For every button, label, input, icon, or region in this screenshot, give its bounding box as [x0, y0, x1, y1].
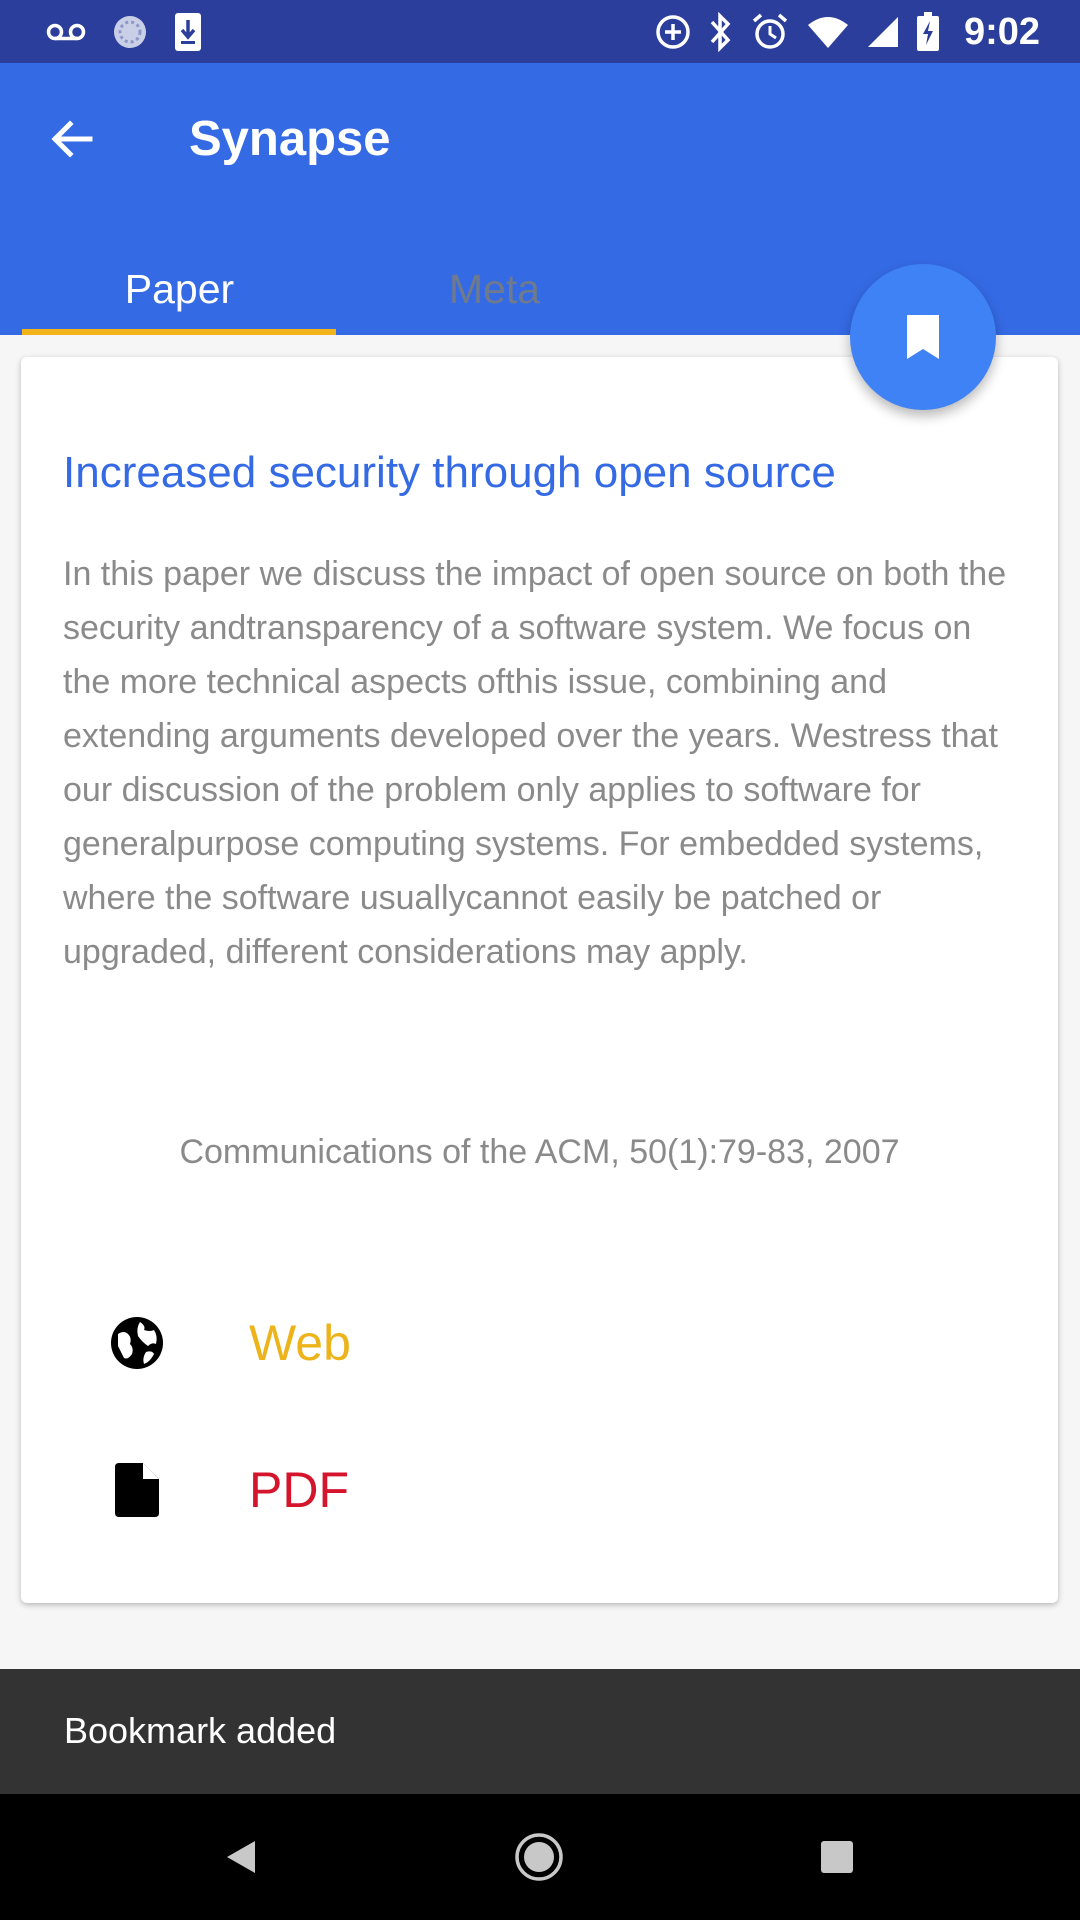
bluetooth-icon — [708, 12, 734, 52]
status-time: 9:02 — [963, 10, 1040, 53]
alarm-icon — [750, 12, 790, 52]
data-saver-icon — [654, 13, 692, 51]
file-icon — [109, 1462, 165, 1518]
voicemail-icon — [46, 22, 86, 42]
snackbar: Bookmark added — [0, 1669, 1080, 1794]
recents-square-icon — [821, 1841, 853, 1873]
web-link-label: Web — [249, 1315, 351, 1371]
tab-indicator — [22, 329, 336, 335]
status-bar: 9:02 — [0, 0, 1080, 63]
arrow-back-icon — [51, 120, 93, 158]
status-left-icons — [46, 12, 202, 52]
back-triangle-icon — [227, 1841, 255, 1873]
system-nav-bar — [0, 1794, 1080, 1920]
nav-recents-button[interactable] — [804, 1824, 870, 1890]
web-link[interactable]: Web — [109, 1307, 351, 1379]
nav-back-button[interactable] — [208, 1824, 274, 1890]
home-circle-icon — [515, 1833, 563, 1881]
globe-icon — [109, 1315, 165, 1371]
pdf-link-label: PDF — [249, 1462, 349, 1518]
paper-citation: Communications of the ACM, 50(1):79-83, … — [179, 1133, 900, 1171]
bookmark-icon — [907, 315, 939, 359]
nav-home-button[interactable] — [506, 1824, 572, 1890]
paper-abstract: In this paper we discuss the impact of o… — [63, 555, 1007, 971]
pdf-link[interactable]: PDF — [109, 1454, 349, 1526]
app-title: Synapse — [189, 112, 391, 166]
battery-charging-icon — [916, 12, 940, 52]
signal-icon — [866, 15, 900, 49]
tab-meta[interactable]: Meta — [337, 243, 652, 335]
tab-paper[interactable]: Paper — [22, 243, 337, 335]
bookmark-fab[interactable] — [850, 264, 996, 410]
sync-icon — [112, 14, 148, 50]
status-right-icons: 9:02 — [654, 8, 1040, 56]
download-icon — [174, 12, 202, 52]
paper-card: Increased security through open source I… — [21, 357, 1058, 1603]
paper-title: Increased security through open source — [63, 448, 836, 497]
back-button[interactable] — [40, 107, 104, 171]
wifi-icon — [806, 15, 850, 49]
snackbar-message: Bookmark added — [64, 1710, 337, 1751]
